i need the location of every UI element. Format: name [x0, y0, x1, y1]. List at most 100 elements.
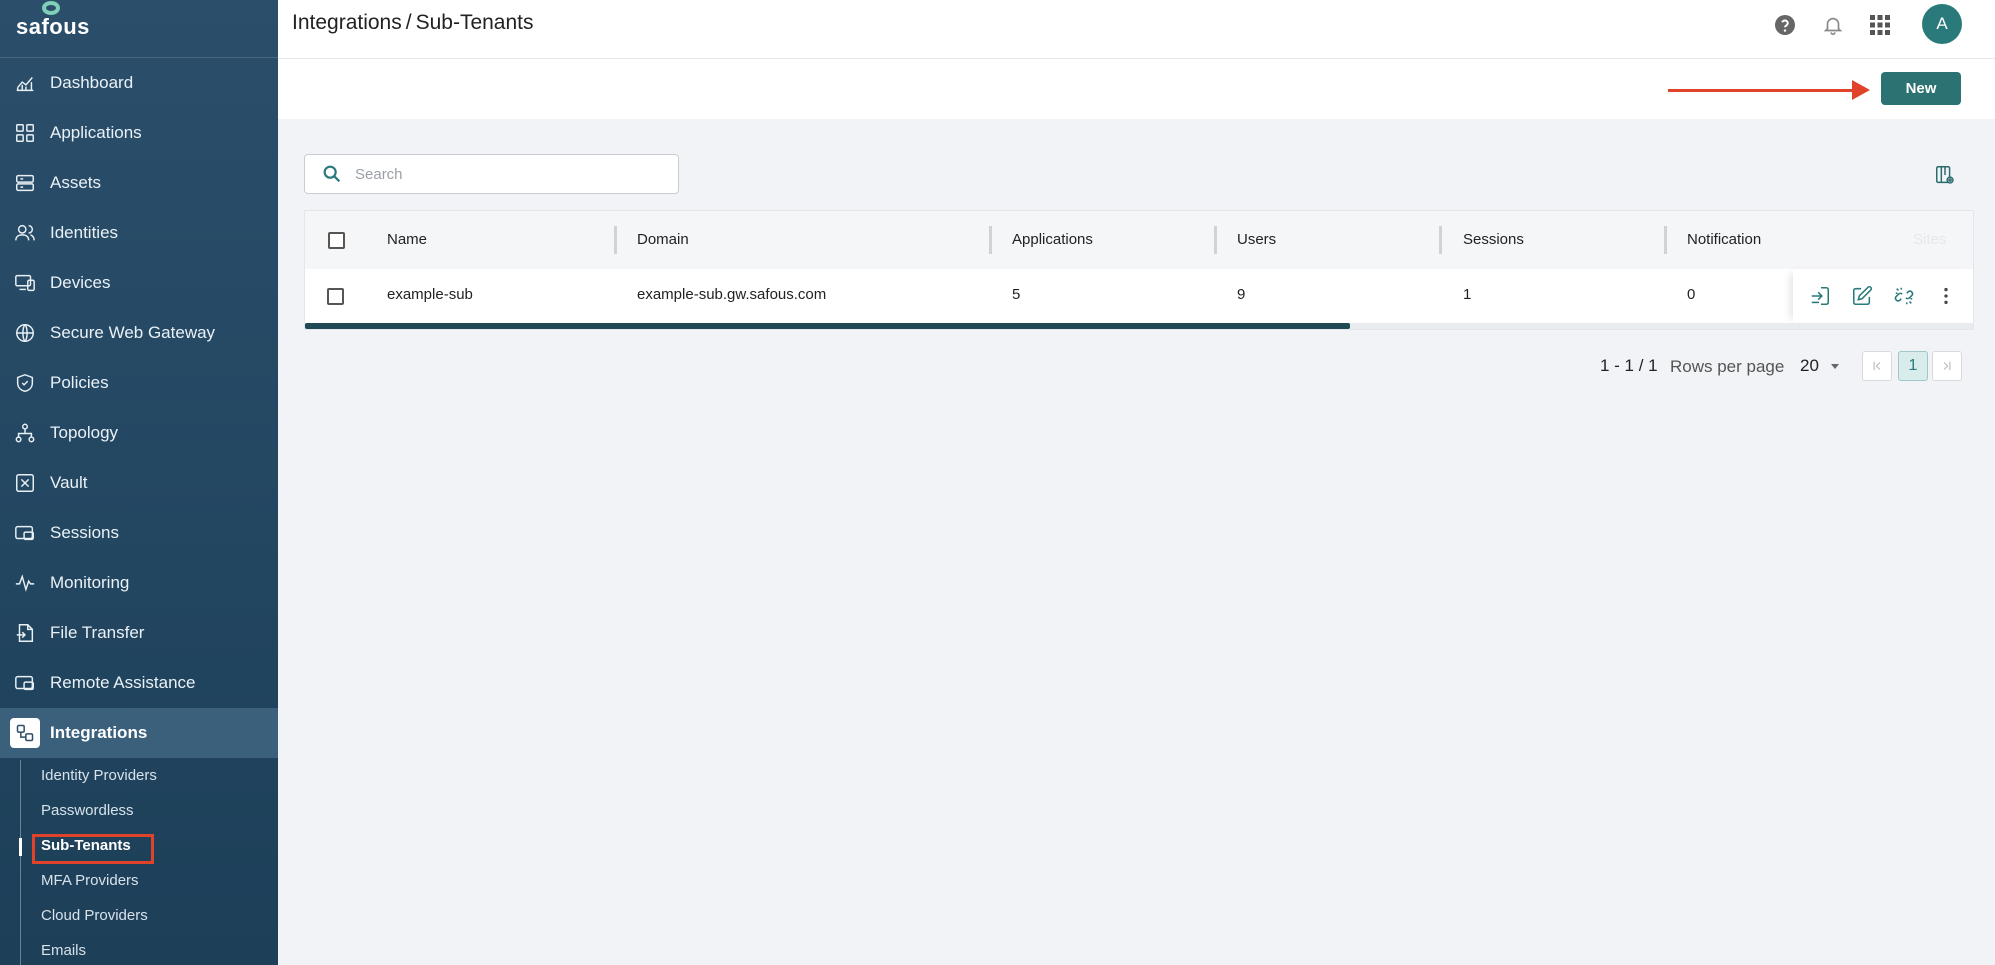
column-header-name[interactable]: Name [387, 231, 427, 248]
new-button[interactable]: New [1881, 72, 1961, 105]
sidebar-item-label: Applications [50, 123, 142, 142]
edit-icon[interactable] [1851, 285, 1873, 307]
search-box [304, 154, 679, 194]
top-bar: Integrations / Sub-Tenants A [278, 0, 1995, 59]
unlink-icon[interactable] [1893, 285, 1915, 307]
sidebar-item-monitoring[interactable]: Monitoring [0, 558, 278, 608]
sidebar-item-sessions[interactable]: Sessions [0, 508, 278, 558]
remote-icon [14, 672, 36, 694]
submenu-item-mfa-providers[interactable]: MFA Providers [41, 872, 139, 889]
rows-per-page-select[interactable]: 20 [1800, 353, 1850, 379]
column-settings-icon[interactable] [1934, 164, 1956, 186]
submenu-item-emails[interactable]: Emails [41, 942, 86, 959]
column-resizer[interactable] [614, 226, 617, 254]
sidebar-item-applications[interactable]: Applications [0, 108, 278, 158]
row-actions [1793, 269, 1973, 323]
more-vertical-icon[interactable] [1935, 285, 1957, 307]
sidebar-item-remote-assistance[interactable]: Remote Assistance [0, 658, 278, 708]
column-header-users[interactable]: Users [1237, 231, 1276, 248]
last-page-button[interactable] [1932, 351, 1962, 381]
column-resizer[interactable] [1664, 226, 1667, 254]
last-page-icon [1943, 361, 1951, 371]
sidebar-item-secure-web-gateway[interactable]: Secure Web Gateway [0, 308, 278, 358]
column-resizer[interactable] [1439, 226, 1442, 254]
sidebar-item-label: Vault [50, 473, 88, 492]
help-icon[interactable] [1772, 12, 1798, 38]
cell-notification: 0 [1687, 286, 1696, 303]
sidebar-item-assets[interactable]: Assets [0, 158, 278, 208]
submenu-item-cloud-providers[interactable]: Cloud Providers [41, 907, 148, 924]
breadcrumb-separator: / [405, 11, 412, 34]
submenu-item-identity-providers[interactable]: Identity Providers [41, 767, 157, 784]
column-header-domain[interactable]: Domain [637, 231, 689, 248]
sidebar-item-label: Assets [50, 173, 102, 192]
sidebar-item-policies[interactable]: Policies [0, 358, 278, 408]
globe-icon [14, 322, 36, 344]
sessions-icon [14, 522, 36, 544]
table-header: Name Domain Applications Users Sessions … [305, 211, 1973, 270]
sidebar-item-topology[interactable]: Topology [0, 408, 278, 458]
sidebar-item-file-transfer[interactable]: File Transfer [0, 608, 278, 658]
sidebar-item-label: Topology [50, 423, 119, 442]
submenu-active-marker [19, 838, 22, 856]
sidebar-item-dashboard[interactable]: Dashboard [0, 58, 278, 108]
breadcrumb: Integrations / Sub-Tenants [292, 11, 534, 35]
column-resizer[interactable] [1214, 226, 1217, 254]
sidebar-item-label: Identities [50, 223, 119, 242]
annotation-highlight-box [32, 834, 154, 864]
scrollbar-thumb[interactable] [305, 323, 1350, 329]
sidebar-item-label: Sessions [50, 523, 119, 542]
sidebar-item-label: Integrations [50, 723, 148, 742]
first-page-icon [1873, 361, 1881, 371]
rows-per-page-label: Rows per page [1670, 357, 1785, 376]
login-icon[interactable] [1809, 285, 1831, 307]
logo-mark-icon [42, 1, 60, 15]
sidebar-item-integrations[interactable]: Integrations [0, 708, 278, 758]
horizontal-scrollbar[interactable] [305, 323, 1973, 329]
chart-icon [14, 72, 36, 94]
sidebar-item-label: Monitoring [50, 573, 130, 592]
topology-icon [14, 422, 36, 444]
page-button-current[interactable]: 1 [1898, 351, 1928, 381]
sidebar-item-label: Policies [50, 373, 109, 392]
sidebar-item-identities[interactable]: Identities [0, 208, 278, 258]
first-page-button[interactable] [1862, 351, 1892, 381]
search-icon [321, 163, 343, 185]
bell-icon[interactable] [1820, 12, 1846, 38]
column-resizer[interactable] [989, 226, 992, 254]
sidebar: safous Dashboard Applications Assets Ide… [0, 0, 278, 965]
apps-grid-icon[interactable] [1867, 12, 1893, 38]
sidebar-item-label: Remote Assistance [50, 673, 196, 692]
column-header-sessions[interactable]: Sessions [1463, 231, 1524, 248]
cell-name: example-sub [387, 286, 473, 303]
row-checkbox[interactable] [327, 288, 344, 305]
integrations-icon [10, 718, 40, 748]
logo-text: safous [16, 14, 90, 39]
safous-logo[interactable]: safous [16, 0, 90, 40]
cell-sessions: 1 [1463, 286, 1472, 303]
column-header-notification[interactable]: Notification [1687, 231, 1761, 248]
devices-icon [14, 272, 36, 294]
user-avatar[interactable]: A [1922, 4, 1962, 44]
sidebar-item-vault[interactable]: Vault [0, 458, 278, 508]
pulse-icon [14, 572, 36, 594]
sidebar-item-label: File Transfer [50, 623, 145, 642]
sub-tenants-table: Name Domain Applications Users Sessions … [304, 210, 1974, 330]
grid-icon [14, 122, 36, 144]
server-icon [14, 172, 36, 194]
column-header-sites[interactable]: Sites [1913, 231, 1946, 248]
annotation-arrow-line [1668, 89, 1854, 92]
breadcrumb-parent[interactable]: Integrations [292, 11, 402, 34]
search-input[interactable] [353, 164, 657, 184]
submenu-item-passwordless[interactable]: Passwordless [41, 802, 134, 819]
cell-domain: example-sub.gw.safous.com [637, 286, 827, 303]
sidebar-item-devices[interactable]: Devices [0, 258, 278, 308]
sidebar-item-label: Secure Web Gateway [50, 323, 216, 342]
cell-users: 9 [1237, 286, 1246, 303]
select-all-checkbox[interactable] [328, 232, 345, 249]
column-header-applications[interactable]: Applications [1012, 231, 1093, 248]
file-transfer-icon [14, 622, 36, 644]
annotation-arrow-head [1852, 80, 1870, 100]
vault-icon [14, 472, 36, 494]
table-row[interactable]: example-sub example-sub.gw.safous.com 5 … [305, 269, 1973, 323]
